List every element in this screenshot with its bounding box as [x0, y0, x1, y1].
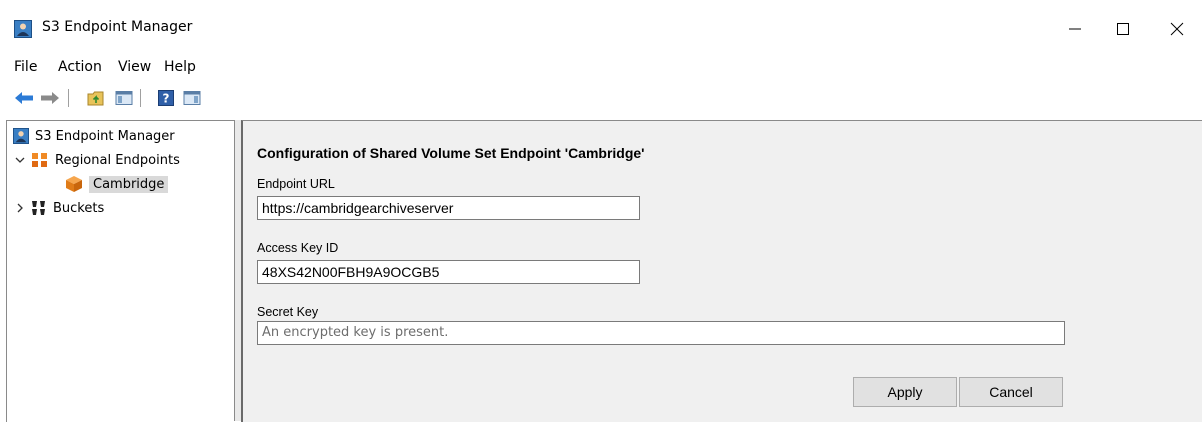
- apply-button[interactable]: Apply: [853, 377, 957, 407]
- chevron-right-icon[interactable]: [15, 203, 25, 213]
- pane-splitter[interactable]: [234, 120, 241, 421]
- endpoint-cube-icon: [66, 176, 82, 192]
- close-button[interactable]: [1154, 12, 1200, 46]
- secret-key-label: Secret Key: [257, 305, 319, 319]
- forward-arrow-icon: [41, 92, 59, 104]
- page-title: Configuration of Shared Volume Set Endpo…: [257, 145, 645, 161]
- endpoint-url-label: Endpoint URL: [257, 177, 335, 191]
- up-one-level-button[interactable]: [84, 87, 108, 109]
- access-key-id-field[interactable]: 48XS42N00FBH9A9OCGB5: [257, 260, 640, 284]
- tree-item-label: Regional Endpoints: [55, 152, 180, 168]
- secret-key-field[interactable]: An encrypted key is present.: [257, 321, 1065, 345]
- window-title: S3 Endpoint Manager: [42, 19, 193, 35]
- tree-item-regional-endpoints[interactable]: Regional Endpoints: [13, 149, 233, 171]
- tree-item-cambridge[interactable]: Cambridge: [65, 173, 169, 195]
- access-key-id-label: Access Key ID: [257, 241, 339, 255]
- show-hide-console-tree-button[interactable]: [112, 87, 136, 109]
- tree-item-label: Buckets: [53, 200, 105, 216]
- menu-bar: File Action View Help: [0, 56, 1202, 80]
- console-tree: S3 Endpoint Manager Regional Endpoints C…: [6, 120, 235, 422]
- title-bar: S3 Endpoint Manager: [0, 0, 1202, 56]
- configuration-pane: Configuration of Shared Volume Set Endpo…: [241, 120, 1202, 422]
- menu-file[interactable]: File: [14, 59, 37, 75]
- toolbar: ?: [0, 83, 1202, 113]
- close-icon: [1170, 22, 1184, 36]
- toolbar-separator: [68, 89, 69, 107]
- show-hide-action-pane-icon: [183, 91, 201, 105]
- toolbar-separator: [140, 89, 141, 107]
- cancel-button[interactable]: Cancel: [959, 377, 1063, 407]
- show-hide-action-pane-button[interactable]: [180, 87, 204, 109]
- maximize-button[interactable]: [1100, 12, 1146, 46]
- regional-endpoints-icon: [32, 153, 47, 167]
- minimize-icon: [1069, 28, 1081, 30]
- back-button[interactable]: [12, 87, 36, 109]
- forward-button[interactable]: [38, 87, 62, 109]
- up-folder-icon: [87, 91, 104, 106]
- tree-item-label: S3 Endpoint Manager: [35, 128, 175, 144]
- minimize-button[interactable]: [1052, 12, 1098, 46]
- console-root-icon: [13, 128, 29, 144]
- menu-action[interactable]: Action: [58, 59, 102, 75]
- svg-text:?: ?: [163, 92, 170, 106]
- back-arrow-icon: [15, 92, 33, 104]
- maximize-icon: [1117, 23, 1129, 35]
- console-root-icon: [14, 20, 32, 38]
- help-icon: ?: [158, 90, 174, 106]
- menu-view[interactable]: View: [118, 59, 151, 75]
- tree-item-root[interactable]: S3 Endpoint Manager: [13, 125, 175, 147]
- buckets-icon: [32, 201, 45, 215]
- tree-item-buckets[interactable]: Buckets: [13, 197, 104, 219]
- menu-help[interactable]: Help: [164, 59, 196, 75]
- help-button[interactable]: ?: [154, 87, 178, 109]
- endpoint-url-field[interactable]: https://cambridgearchiveserver: [257, 196, 640, 220]
- chevron-down-icon[interactable]: [15, 155, 25, 165]
- tree-item-label: Cambridge: [89, 175, 169, 193]
- show-hide-console-tree-icon: [115, 91, 133, 105]
